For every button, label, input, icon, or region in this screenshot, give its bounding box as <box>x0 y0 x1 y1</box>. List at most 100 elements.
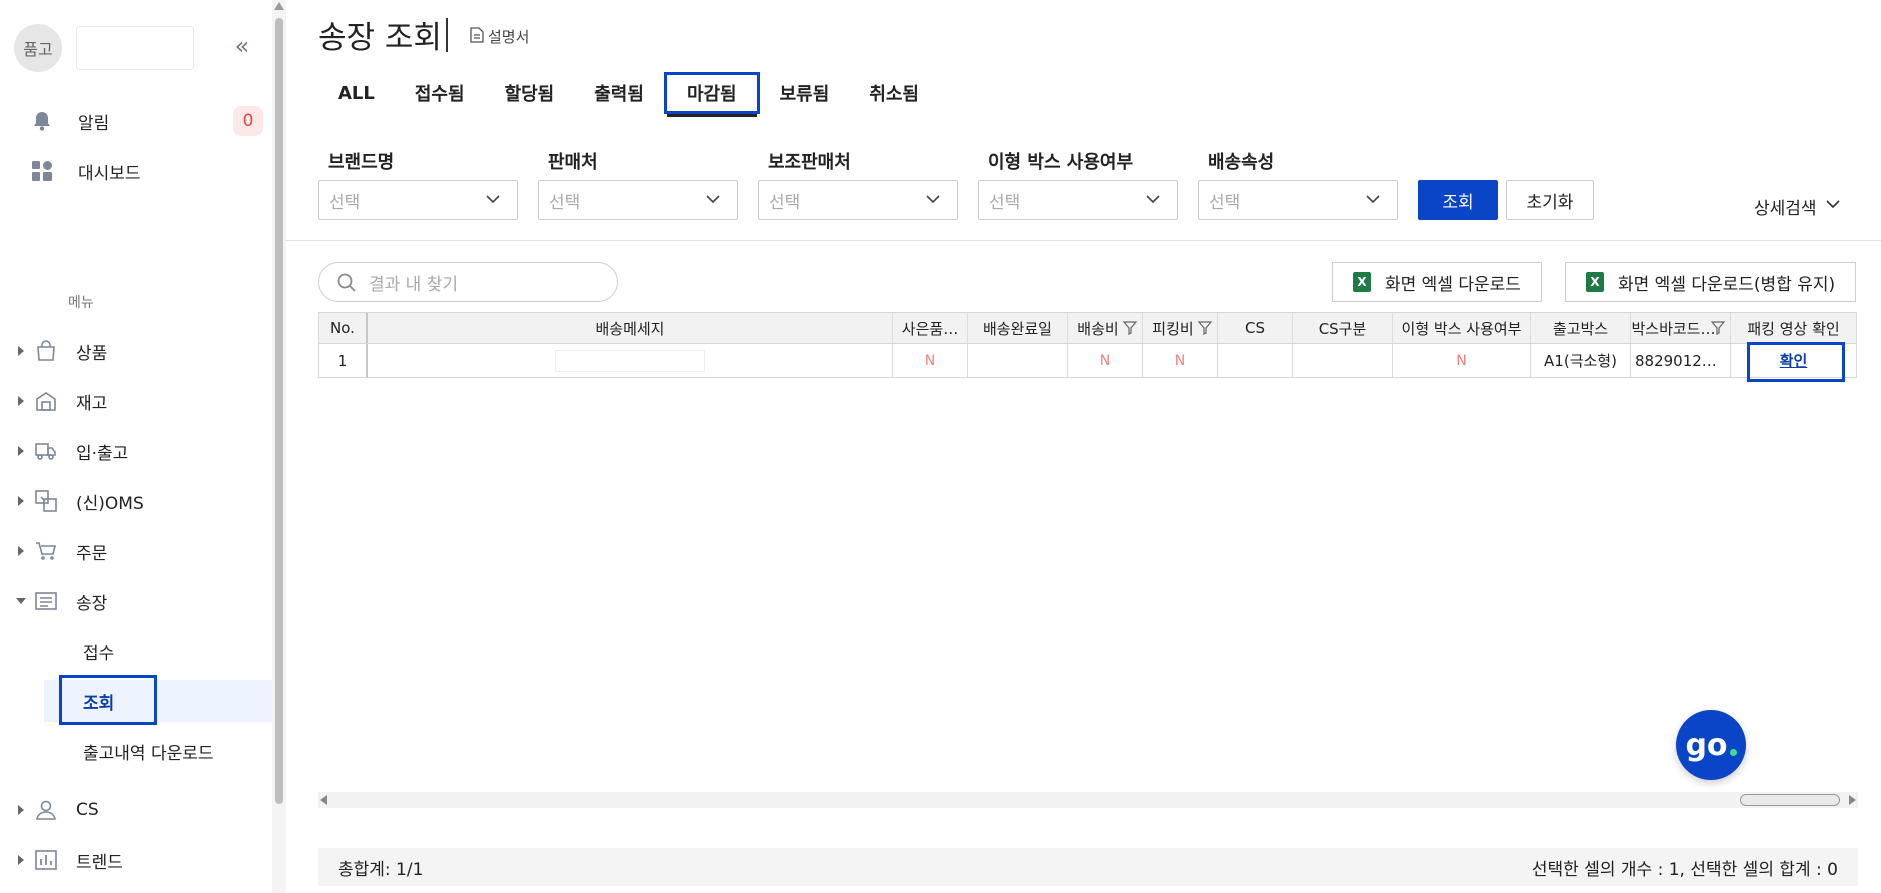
filter-label-irregular-box: 이형 박스 사용여부 <box>988 152 1134 173</box>
bar-chart-icon <box>34 848 58 872</box>
cell-cs-type[interactable] <box>1293 344 1393 377</box>
text-cursor <box>446 18 448 52</box>
status-tabs: ALL 접수됨 할당됨 출력됨 마감됨 보류됨 취소됨 <box>318 72 939 117</box>
delivery-type-select[interactable]: 선택 <box>1198 180 1398 220</box>
section-divider <box>286 240 1881 241</box>
filter-icon[interactable] <box>1710 320 1726 340</box>
caret-right-icon <box>18 855 24 865</box>
sidebar-item-oms[interactable]: (신)OMS <box>0 480 272 522</box>
sidebar-item-inventory[interactable]: 재고 <box>0 380 272 422</box>
sidebar-subitem-shipment-download[interactable]: 출고내역 다운로드 <box>44 730 272 772</box>
brand-select[interactable]: 선택 <box>318 180 518 220</box>
sidebar-item-notifications[interactable]: 알림 0 <box>0 100 272 142</box>
sidebar-scrollbar[interactable] <box>272 0 286 893</box>
excel-download-button[interactable]: X 화면 엑셀 다운로드 <box>1332 262 1542 302</box>
column-header-delivery-date[interactable]: 배송완료일 <box>968 313 1068 343</box>
go-chat-button[interactable]: go <box>1676 710 1746 780</box>
excel-download-merge-label: 화면 엑셀 다운로드(병합 유지) <box>1618 274 1836 295</box>
collapse-sidebar-button[interactable]: « <box>230 32 254 60</box>
column-header-outbound-box[interactable]: 출고박스 <box>1531 313 1631 343</box>
delivery-message-value <box>555 349 705 372</box>
tab-on-hold[interactable]: 보류됨 <box>760 72 850 114</box>
org-name-box[interactable] <box>76 26 194 70</box>
sidebar-item-label: CS <box>76 800 99 820</box>
scrollbar-thumb[interactable] <box>275 18 283 804</box>
caret-right-icon <box>18 546 24 556</box>
sidebar-item-trend[interactable]: 트렌드 <box>0 839 272 881</box>
sidebar: 품고 « 알림 0 대시보드 메뉴 상품 재고 입·출고 (신)OMS 주문 송… <box>0 0 272 893</box>
excel-download-merge-button[interactable]: X 화면 엑셀 다운로드(병합 유지) <box>1565 262 1857 302</box>
advanced-search-toggle[interactable]: 상세검색 <box>1754 194 1841 219</box>
column-header-packing-video[interactable]: 패킹 영상 확인 <box>1731 313 1857 343</box>
tab-all[interactable]: ALL <box>318 72 395 114</box>
caret-right-icon <box>18 805 24 815</box>
select-placeholder: 선택 <box>549 192 581 213</box>
grid-header-row: No. 배송메세지 사은품… 배송완료일 배송비 피킹비 CS CS구분 이형 … <box>318 312 1857 344</box>
column-header-irregular-box[interactable]: 이형 박스 사용여부 <box>1393 313 1531 343</box>
tab-closed[interactable]: 마감됨 <box>663 72 760 117</box>
chevron-down-icon <box>485 191 501 212</box>
sub-seller-select[interactable]: 선택 <box>758 180 958 220</box>
caret-right-icon <box>18 396 24 406</box>
tab-assigned[interactable]: 할당됨 <box>485 72 575 114</box>
reset-button[interactable]: 초기화 <box>1506 180 1594 220</box>
sidebar-item-label: 입·출고 <box>76 443 129 464</box>
cell-picking-fee[interactable]: N <box>1143 344 1218 377</box>
cell-cs[interactable] <box>1218 344 1293 377</box>
column-header-box-barcode[interactable]: 박스바코드… <box>1631 313 1731 343</box>
seller-select[interactable]: 선택 <box>538 180 738 220</box>
column-header-cs[interactable]: CS <box>1218 313 1293 343</box>
find-in-results-input[interactable]: 결과 내 찾기 <box>318 262 618 302</box>
filter-icon[interactable] <box>1197 320 1213 340</box>
sidebar-subitem-label: 출고내역 다운로드 <box>83 743 214 764</box>
filter-label-brand: 브랜드명 <box>328 152 395 173</box>
filter-icon[interactable] <box>1122 320 1138 340</box>
selection-summary: 선택한 셀의 개수 : 1, 선택한 셀의 합계 : 0 <box>1531 859 1838 880</box>
go-logo-icon: go <box>1685 727 1728 763</box>
search-button[interactable]: 조회 <box>1418 180 1498 220</box>
caret-down-icon <box>16 598 26 604</box>
column-header-delivery-message[interactable]: 배송메세지 <box>368 313 893 343</box>
column-header-shipping-fee[interactable]: 배송비 <box>1068 313 1143 343</box>
org-avatar[interactable]: 품고 <box>14 24 62 72</box>
column-header-gift[interactable]: 사은품… <box>893 313 968 343</box>
table-row[interactable]: 1 N N N N A1(극소형) 8829012… 확인 <box>318 344 1857 378</box>
cell-box-barcode[interactable]: 8829012… <box>1631 344 1731 377</box>
caret-right-icon <box>18 346 24 356</box>
sidebar-item-inbound-outbound[interactable]: 입·출고 <box>0 430 272 472</box>
cell-gift[interactable]: N <box>893 344 968 377</box>
scrollbar-thumb[interactable] <box>1740 794 1840 806</box>
scroll-up-arrow-icon[interactable] <box>274 2 284 10</box>
scroll-left-arrow-icon[interactable] <box>320 795 327 805</box>
sidebar-item-orders[interactable]: 주문 <box>0 530 272 572</box>
column-header-label: 피킹비 <box>1152 319 1194 338</box>
cell-no[interactable]: 1 <box>318 344 368 377</box>
scroll-right-arrow-icon[interactable] <box>1849 795 1856 805</box>
sidebar-subitem-receipt[interactable]: 접수 <box>44 630 272 672</box>
sidebar-item-dashboard[interactable]: 대시보드 <box>0 150 272 192</box>
cell-delivery-date[interactable] <box>968 344 1068 377</box>
irregular-box-select[interactable]: 선택 <box>978 180 1178 220</box>
filter-label-sub-seller: 보조판매처 <box>768 152 851 173</box>
active-item-highlight <box>59 675 157 725</box>
sidebar-item-cs[interactable]: CS <box>0 789 272 831</box>
manual-link[interactable]: 설명서 <box>470 26 529 47</box>
tab-received[interactable]: 접수됨 <box>395 72 485 114</box>
sidebar-item-products[interactable]: 상품 <box>0 330 272 372</box>
sidebar-item-label: 트렌드 <box>76 852 123 873</box>
excel-icon: X <box>1353 272 1371 292</box>
cell-delivery-message[interactable] <box>368 344 893 377</box>
transfer-icon <box>34 489 58 513</box>
cell-outbound-box[interactable]: A1(극소형) <box>1531 344 1631 377</box>
tab-cancelled[interactable]: 취소됨 <box>849 72 939 114</box>
cell-irregular-box[interactable]: N <box>1393 344 1531 377</box>
column-header-no[interactable]: No. <box>318 313 368 343</box>
cell-shipping-fee[interactable]: N <box>1068 344 1143 377</box>
column-header-cs-type[interactable]: CS구분 <box>1293 313 1393 343</box>
column-header-picking-fee[interactable]: 피킹비 <box>1143 313 1218 343</box>
grid-horizontal-scrollbar[interactable] <box>318 792 1858 808</box>
truck-icon <box>34 439 58 463</box>
tab-printed[interactable]: 출력됨 <box>574 72 664 114</box>
person-icon <box>34 798 58 822</box>
sidebar-item-invoice[interactable]: 송장 <box>0 580 272 622</box>
